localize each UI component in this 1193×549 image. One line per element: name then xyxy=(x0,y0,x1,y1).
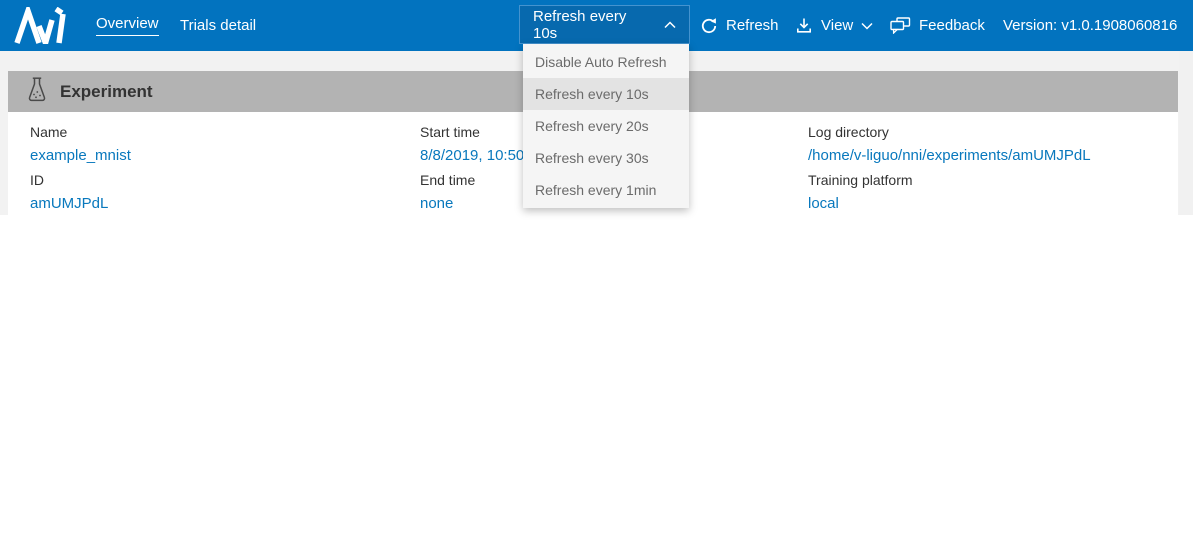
view-dropdown-button[interactable]: View xyxy=(795,0,873,51)
experiment-column-3: Log directory /home/v-liguo/nni/experime… xyxy=(808,120,1091,216)
tab-overview-label: Overview xyxy=(96,15,159,36)
auto-refresh-menu: Disable Auto Refresh Refresh every 10s R… xyxy=(523,44,689,208)
menu-item-disable-auto-refresh[interactable]: Disable Auto Refresh xyxy=(523,46,689,78)
menu-item-refresh-every-30s[interactable]: Refresh every 30s xyxy=(523,142,689,174)
field-label-name: Name xyxy=(30,120,131,144)
auto-refresh-dropdown-button[interactable]: Refresh every 10s xyxy=(519,5,690,44)
auto-refresh-dropdown-label: Refresh every 10s xyxy=(533,8,652,42)
feedback-label: Feedback xyxy=(919,17,985,34)
field-value-training-platform: local xyxy=(808,192,1091,216)
chevron-up-icon xyxy=(664,21,676,29)
field-value-id: amUMJPdL xyxy=(30,192,131,216)
field-label-log-directory: Log directory xyxy=(808,120,1091,144)
tab-overview[interactable]: Overview xyxy=(96,0,159,51)
version-text: Version: v1.0.1908060816 xyxy=(1003,0,1177,51)
field-value-end-time: none xyxy=(420,192,524,216)
feedback-button[interactable]: Feedback xyxy=(890,0,985,51)
download-icon xyxy=(795,17,813,34)
field-label-id: ID xyxy=(30,168,131,192)
refresh-label: Refresh xyxy=(726,17,779,34)
tab-trials-detail[interactable]: Trials detail xyxy=(180,0,256,51)
field-label-training-platform: Training platform xyxy=(808,168,1091,192)
tab-trials-detail-label: Trials detail xyxy=(180,17,256,34)
menu-item-refresh-every-20s[interactable]: Refresh every 20s xyxy=(523,110,689,142)
field-value-log-directory: /home/v-liguo/nni/experiments/amUMJPdL xyxy=(808,144,1091,168)
chevron-down-icon xyxy=(861,22,873,30)
experiment-section-title: Experiment xyxy=(60,82,153,102)
field-label-start-time: Start time xyxy=(420,120,524,144)
menu-item-refresh-every-10s[interactable]: Refresh every 10s xyxy=(523,78,689,110)
field-label-end-time: End time xyxy=(420,168,524,192)
experiment-column-2: Start time 8/8/2019, 10:50 End time none xyxy=(420,120,524,216)
flask-icon xyxy=(27,75,47,108)
field-value-name: example_mnist xyxy=(30,144,131,168)
experiment-column-1: Name example_mnist ID amUMJPdL xyxy=(30,120,131,216)
refresh-button[interactable]: Refresh xyxy=(700,0,779,51)
feedback-icon xyxy=(890,17,911,34)
nni-logo-icon xyxy=(14,7,74,49)
field-value-start-time: 8/8/2019, 10:50 xyxy=(420,144,524,168)
refresh-icon xyxy=(700,17,718,35)
menu-item-refresh-every-1min[interactable]: Refresh every 1min xyxy=(523,174,689,206)
scrollbar-track[interactable] xyxy=(1179,51,1193,215)
view-label: View xyxy=(821,17,853,34)
